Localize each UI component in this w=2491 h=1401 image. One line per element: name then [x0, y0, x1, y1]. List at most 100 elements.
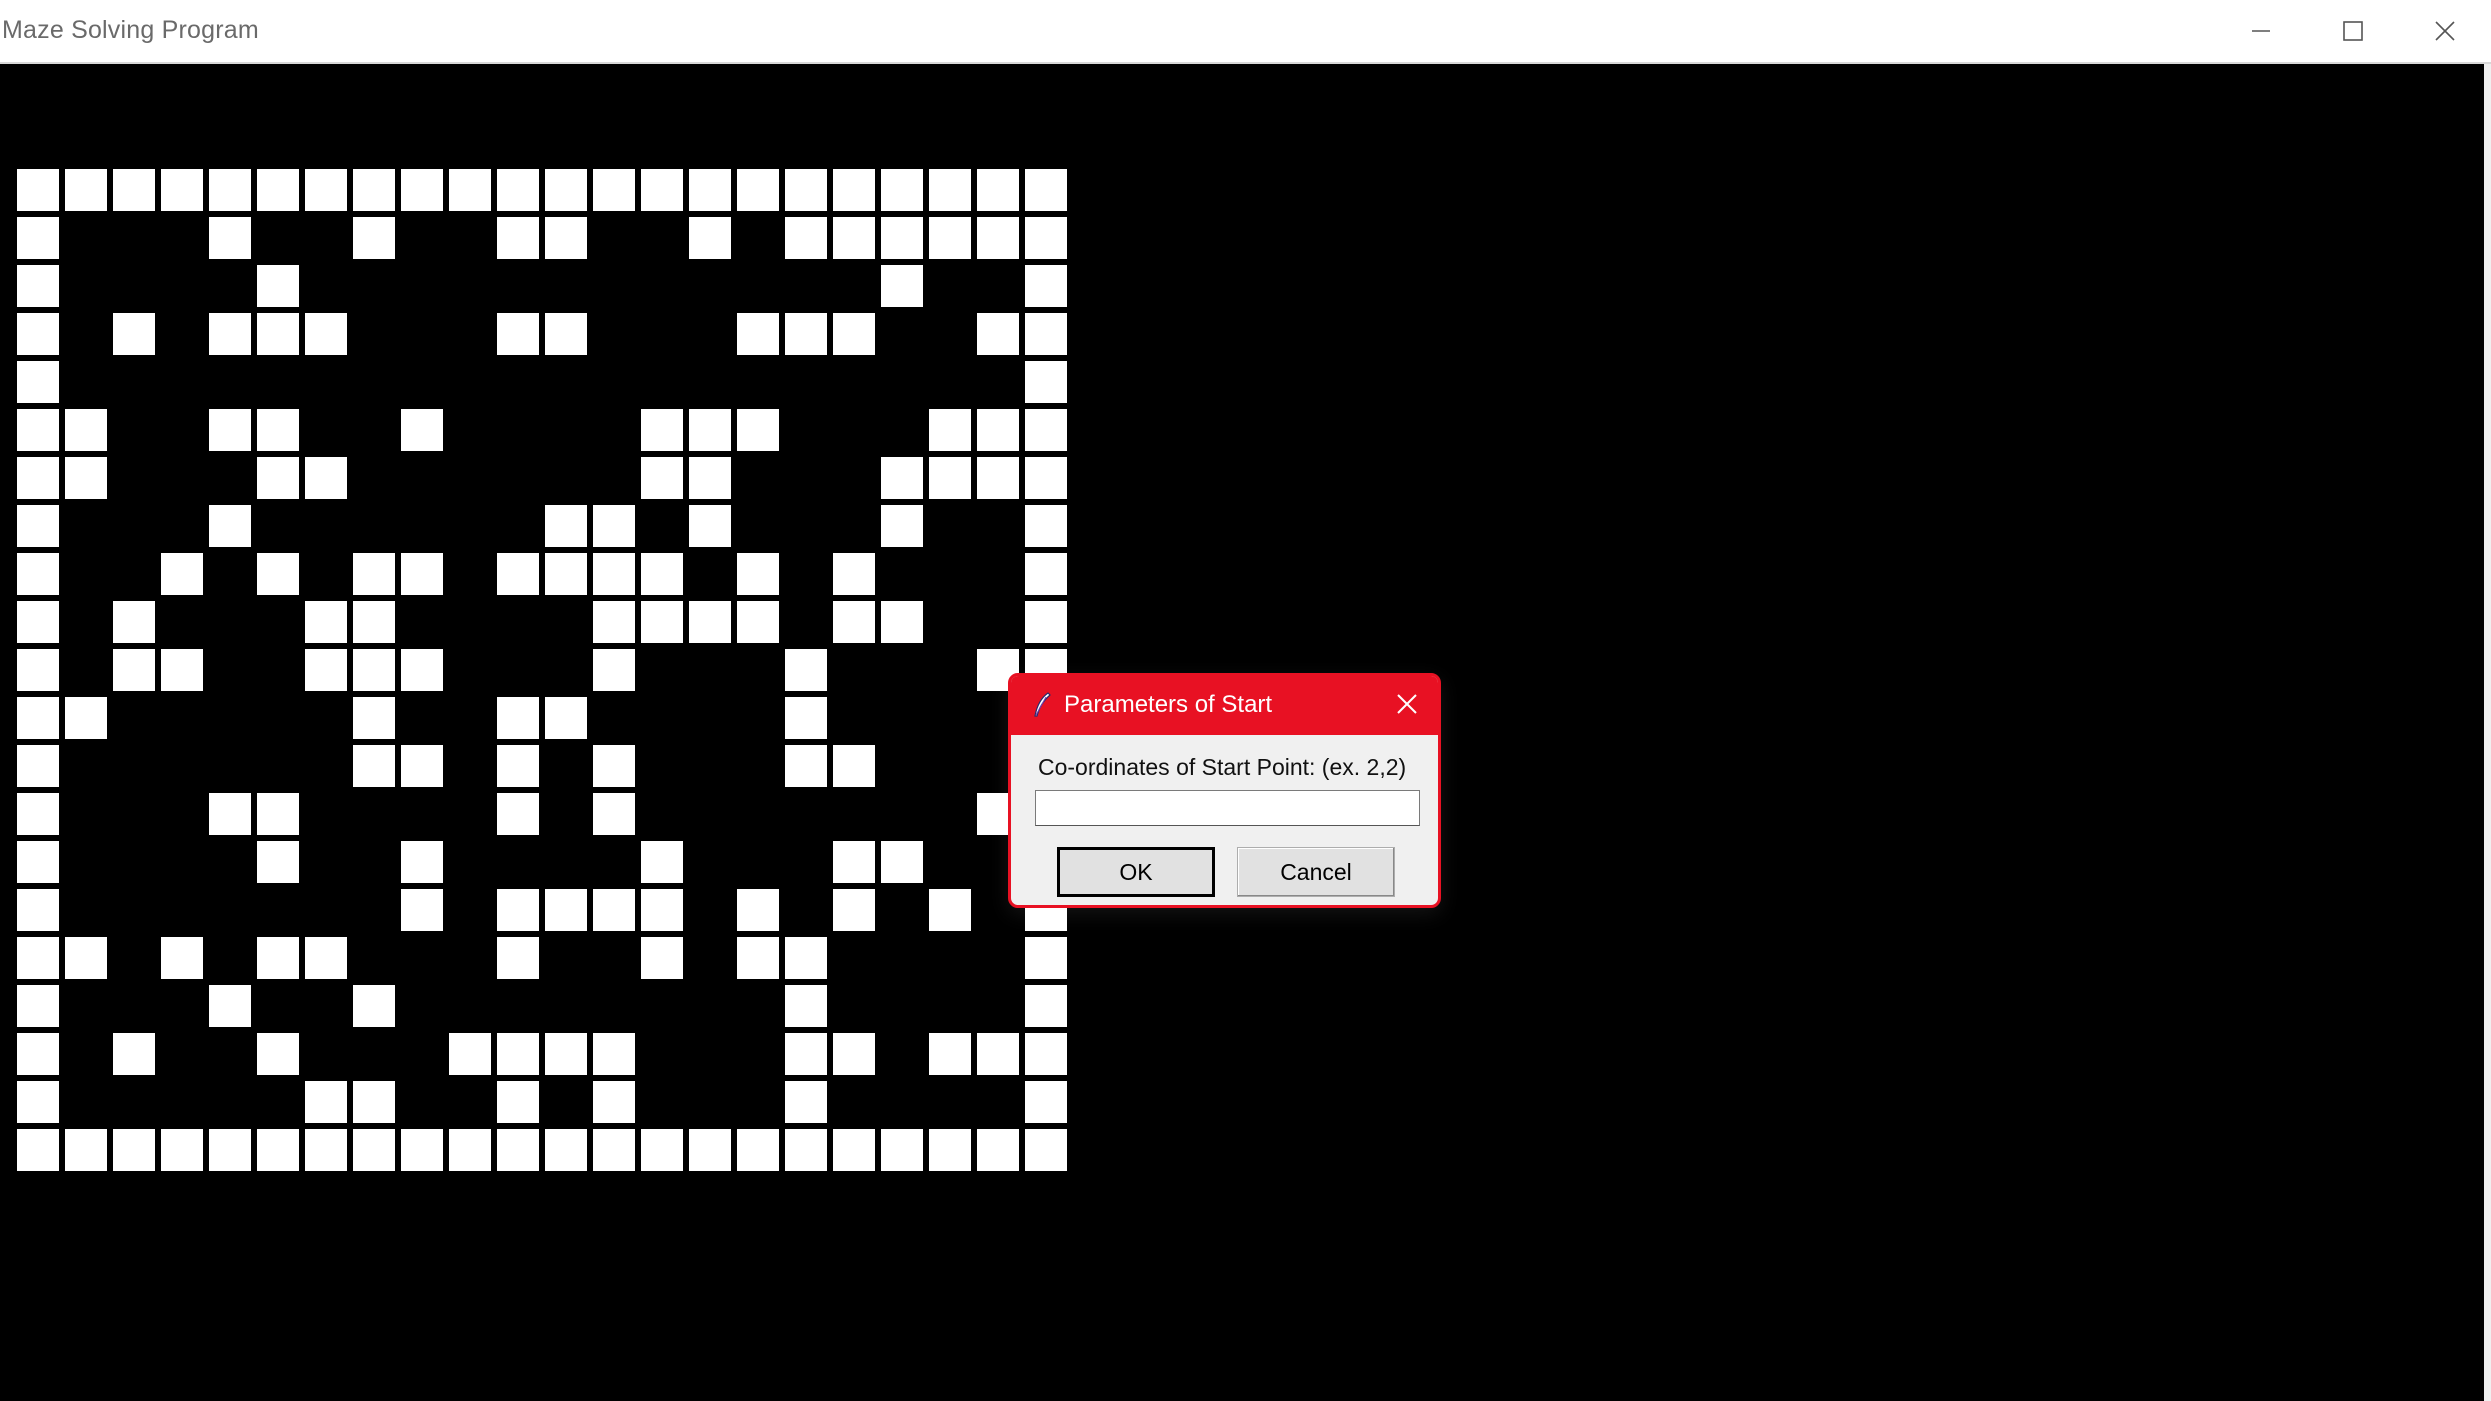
maze-wall-cell — [689, 409, 731, 451]
maze-wall-cell — [161, 1129, 203, 1171]
maze-wall-cell — [497, 745, 539, 787]
maze-wall-cell — [209, 169, 251, 211]
minimize-button[interactable] — [2215, 0, 2307, 62]
maze-wall-cell — [977, 217, 1019, 259]
dialog-titlebar[interactable]: Parameters of Start — [1011, 676, 1438, 735]
maze-wall-cell — [785, 937, 827, 979]
maze-wall-cell — [785, 697, 827, 739]
maze-wall-cell — [593, 553, 635, 595]
maze-wall-cell — [593, 505, 635, 547]
minimize-icon — [2252, 30, 2270, 32]
maze-wall-cell — [785, 169, 827, 211]
maze-wall-cell — [305, 313, 347, 355]
ok-button[interactable]: OK — [1057, 847, 1215, 897]
maze-wall-cell — [353, 169, 395, 211]
maze-wall-cell — [497, 217, 539, 259]
maze-wall-cell — [17, 745, 59, 787]
maze-wall-cell — [929, 457, 971, 499]
maze-wall-cell — [17, 1129, 59, 1171]
maze-wall-cell — [209, 313, 251, 355]
maze-wall-cell — [1025, 1033, 1067, 1075]
maze-wall-cell — [833, 889, 875, 931]
maze-wall-cell — [17, 457, 59, 499]
maze-wall-cell — [929, 889, 971, 931]
maze-wall-cell — [641, 409, 683, 451]
close-button[interactable] — [2399, 0, 2491, 62]
maze-wall-cell — [257, 265, 299, 307]
maze-wall-cell — [17, 1081, 59, 1123]
window-titlebar[interactable]: Maze Solving Program — [0, 0, 2491, 64]
maze-wall-cell — [737, 553, 779, 595]
window-title: Maze Solving Program — [2, 16, 259, 44]
maximize-button[interactable] — [2307, 0, 2399, 62]
maze-wall-cell — [113, 601, 155, 643]
maze-wall-cell — [881, 1129, 923, 1171]
maze-wall-cell — [545, 889, 587, 931]
maze-wall-cell — [737, 937, 779, 979]
maze-wall-cell — [257, 553, 299, 595]
maze-wall-cell — [1025, 313, 1067, 355]
maze-wall-cell — [929, 409, 971, 451]
maze-wall-cell — [305, 601, 347, 643]
maze-wall-cell — [545, 313, 587, 355]
maze-wall-cell — [737, 601, 779, 643]
maze-wall-cell — [833, 745, 875, 787]
maze-wall-cell — [1025, 1129, 1067, 1171]
maze-wall-cell — [257, 1033, 299, 1075]
maze-wall-cell — [65, 937, 107, 979]
maze-wall-cell — [641, 841, 683, 883]
maze-wall-cell — [833, 553, 875, 595]
maze-wall-cell — [593, 601, 635, 643]
maze-wall-cell — [305, 1081, 347, 1123]
maze-wall-cell — [1025, 985, 1067, 1027]
maze-wall-cell — [1025, 169, 1067, 211]
maze-wall-cell — [593, 793, 635, 835]
maze-wall-cell — [17, 649, 59, 691]
close-icon — [2435, 21, 2455, 41]
maze-wall-cell — [785, 1129, 827, 1171]
maze-wall-cell — [305, 649, 347, 691]
maze-wall-cell — [497, 553, 539, 595]
cancel-button[interactable]: Cancel — [1237, 847, 1395, 897]
maze-wall-cell — [17, 313, 59, 355]
maze-wall-cell — [209, 1129, 251, 1171]
start-point-prompt: Co-ordinates of Start Point: (ex. 2,2) — [1038, 754, 1407, 780]
maze-wall-cell — [1025, 937, 1067, 979]
maze-wall-cell — [545, 505, 587, 547]
maze-wall-cell — [929, 169, 971, 211]
maze-wall-cell — [977, 457, 1019, 499]
maze-wall-cell — [929, 1033, 971, 1075]
maze-wall-cell — [977, 1129, 1019, 1171]
maze-wall-cell — [497, 1129, 539, 1171]
maze-wall-cell — [785, 217, 827, 259]
maze-wall-cell — [641, 601, 683, 643]
maze-wall-cell — [641, 457, 683, 499]
maze-wall-cell — [161, 937, 203, 979]
maze-wall-cell — [593, 1033, 635, 1075]
maze-wall-cell — [65, 697, 107, 739]
maze-wall-cell — [113, 169, 155, 211]
start-point-input[interactable] — [1035, 790, 1420, 826]
maze-wall-cell — [737, 169, 779, 211]
maze-wall-cell — [17, 985, 59, 1027]
maze-wall-cell — [209, 505, 251, 547]
maze-wall-cell — [1025, 1081, 1067, 1123]
maze-wall-cell — [641, 169, 683, 211]
maze-wall-cell — [833, 1129, 875, 1171]
maximize-icon — [2343, 21, 2363, 41]
maze-wall-cell — [1025, 217, 1067, 259]
close-icon[interactable] — [1394, 691, 1420, 717]
maze-wall-cell — [17, 1033, 59, 1075]
maze-wall-cell — [17, 217, 59, 259]
maze-wall-cell — [833, 313, 875, 355]
maze-wall-cell — [17, 889, 59, 931]
maze-wall-cell — [641, 937, 683, 979]
maze-wall-cell — [881, 265, 923, 307]
maze-wall-cell — [785, 745, 827, 787]
maze-wall-cell — [113, 1129, 155, 1171]
maze-wall-cell — [785, 985, 827, 1027]
maze-wall-cell — [689, 169, 731, 211]
maze-wall-cell — [17, 265, 59, 307]
maze-wall-cell — [17, 505, 59, 547]
maze-wall-cell — [593, 1081, 635, 1123]
